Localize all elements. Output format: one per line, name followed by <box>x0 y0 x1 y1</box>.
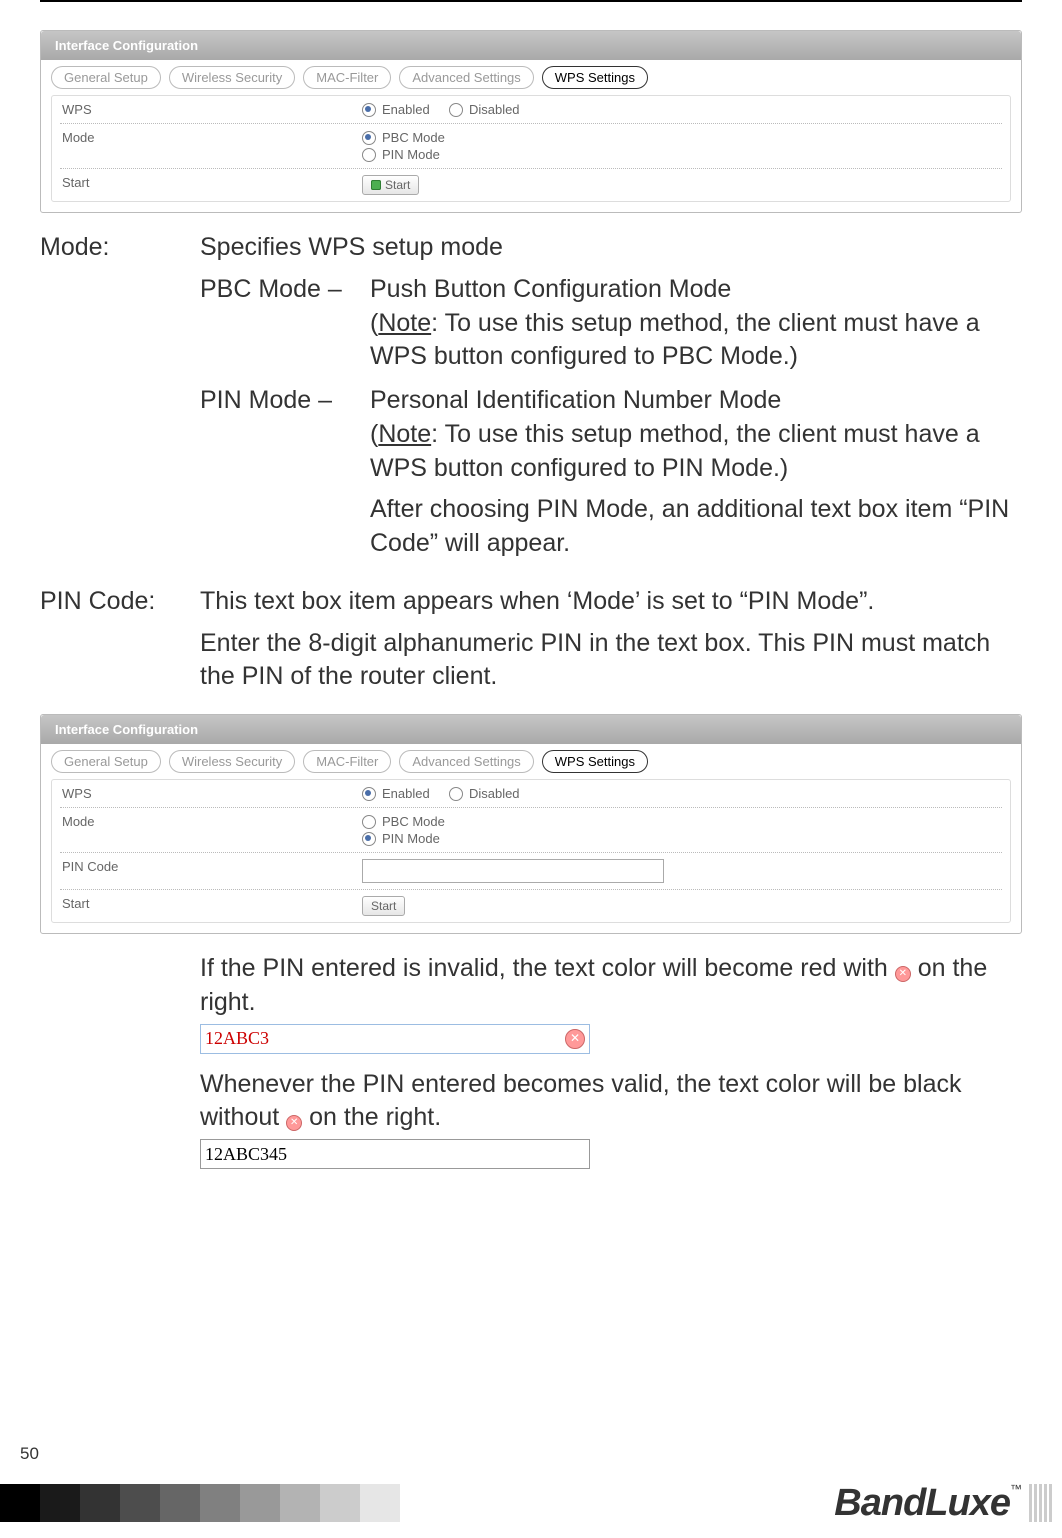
mode-row: Mode PBC Mode PIN Mode <box>60 124 1002 169</box>
tab-general-setup[interactable]: General Setup <box>51 750 161 773</box>
pin-mode-desc: Personal Identification Number Mode (Not… <box>370 384 1022 561</box>
tab-wireless-security[interactable]: Wireless Security <box>169 66 295 89</box>
tab-mac-filter[interactable]: MAC-Filter <box>303 750 391 773</box>
panel-tabs: General Setup Wireless Security MAC-Filter… <box>51 750 1011 773</box>
wps-enabled-radio[interactable] <box>362 103 376 117</box>
brand-logo: BandLuxe™ <box>834 1482 1021 1525</box>
pin-mode-term: PIN Mode – <box>200 384 370 561</box>
wps-row: WPS Enabled Disabled <box>60 96 1002 124</box>
wps-disabled-radio[interactable] <box>449 787 463 801</box>
pincode-term: PIN Code: <box>40 585 200 694</box>
mode-label: Mode <box>62 130 362 145</box>
mode-pin-radio[interactable] <box>362 832 376 846</box>
mode-pbc-label: PBC Mode <box>382 814 445 829</box>
error-icon: ✕ <box>895 966 911 982</box>
start-label: Start <box>62 175 362 190</box>
pbc-mode-desc: Push Button Configuration Mode (Note: To… <box>370 273 1022 374</box>
tab-advanced-settings[interactable]: Advanced Settings <box>399 66 533 89</box>
wps-enabled-radio[interactable] <box>362 787 376 801</box>
mode-pbc-radio[interactable] <box>362 131 376 145</box>
start-label: Start <box>62 896 362 911</box>
mode-pbc-radio[interactable] <box>362 815 376 829</box>
interface-config-panel-1: Interface Configuration General Setup Wir… <box>40 30 1022 213</box>
wps-label: WPS <box>62 786 362 801</box>
tab-advanced-settings[interactable]: Advanced Settings <box>399 750 533 773</box>
pincode-desc: This text box item appears when ‘Mode’ i… <box>200 585 1022 694</box>
mode-pbc-label: PBC Mode <box>382 130 445 145</box>
wps-disabled-label: Disabled <box>469 102 520 117</box>
wps-row: WPS Enabled Disabled <box>60 780 1002 808</box>
wps-enabled-label: Enabled <box>382 786 430 801</box>
decorative-bars <box>1029 1484 1052 1522</box>
mode-pin-radio[interactable] <box>362 148 376 162</box>
pincode-row: PIN Code <box>60 853 1002 890</box>
page-footer: BandLuxe™ <box>0 1468 1062 1538</box>
error-icon: ✕ <box>565 1029 585 1049</box>
grayscale-bars <box>0 1484 440 1522</box>
mode-term: Mode: <box>40 231 200 571</box>
mode-desc: Specifies WPS setup mode <box>200 231 1022 265</box>
play-icon <box>371 180 381 190</box>
mode-pin-label: PIN Mode <box>382 147 440 162</box>
panel-title: Interface Configuration <box>41 715 1021 744</box>
tab-wps-settings[interactable]: WPS Settings <box>542 66 648 89</box>
start-button[interactable]: Start <box>362 175 419 195</box>
start-button-label: Start <box>371 899 396 913</box>
mode-pin-label: PIN Mode <box>382 831 440 846</box>
interface-config-panel-2: Interface Configuration General Setup Wir… <box>40 714 1022 934</box>
pin-valid-sample: 12ABC345 <box>200 1139 590 1169</box>
wps-enabled-label: Enabled <box>382 102 430 117</box>
pincode-input[interactable] <box>362 859 664 883</box>
mode-row: Mode PBC Mode PIN Mode <box>60 808 1002 853</box>
start-row: Start Start <box>60 890 1002 922</box>
wps-disabled-label: Disabled <box>469 786 520 801</box>
start-button-label: Start <box>385 178 410 192</box>
start-button[interactable]: Start <box>362 896 405 916</box>
page-number: 50 <box>20 1444 39 1464</box>
pin-invalid-sample: 12ABC3 ✕ <box>200 1024 590 1054</box>
start-row: Start Start <box>60 169 1002 201</box>
panel-tabs: General Setup Wireless Security MAC-Filter… <box>51 66 1011 89</box>
error-icon: ✕ <box>286 1115 302 1131</box>
wps-label: WPS <box>62 102 362 117</box>
pin-invalid-explain: If the PIN entered is invalid, the text … <box>200 952 1022 1169</box>
panel-title: Interface Configuration <box>41 31 1021 60</box>
tab-general-setup[interactable]: General Setup <box>51 66 161 89</box>
mode-definition: Mode: Specifies WPS setup mode PBC Mode … <box>40 231 1022 571</box>
tab-wps-settings[interactable]: WPS Settings <box>542 750 648 773</box>
mode-label: Mode <box>62 814 362 829</box>
tab-wireless-security[interactable]: Wireless Security <box>169 750 295 773</box>
wps-disabled-radio[interactable] <box>449 103 463 117</box>
pincode-definition: PIN Code: This text box item appears whe… <box>40 585 1022 694</box>
tab-mac-filter[interactable]: MAC-Filter <box>303 66 391 89</box>
pbc-mode-term: PBC Mode – <box>200 273 370 374</box>
pincode-label: PIN Code <box>62 859 362 874</box>
